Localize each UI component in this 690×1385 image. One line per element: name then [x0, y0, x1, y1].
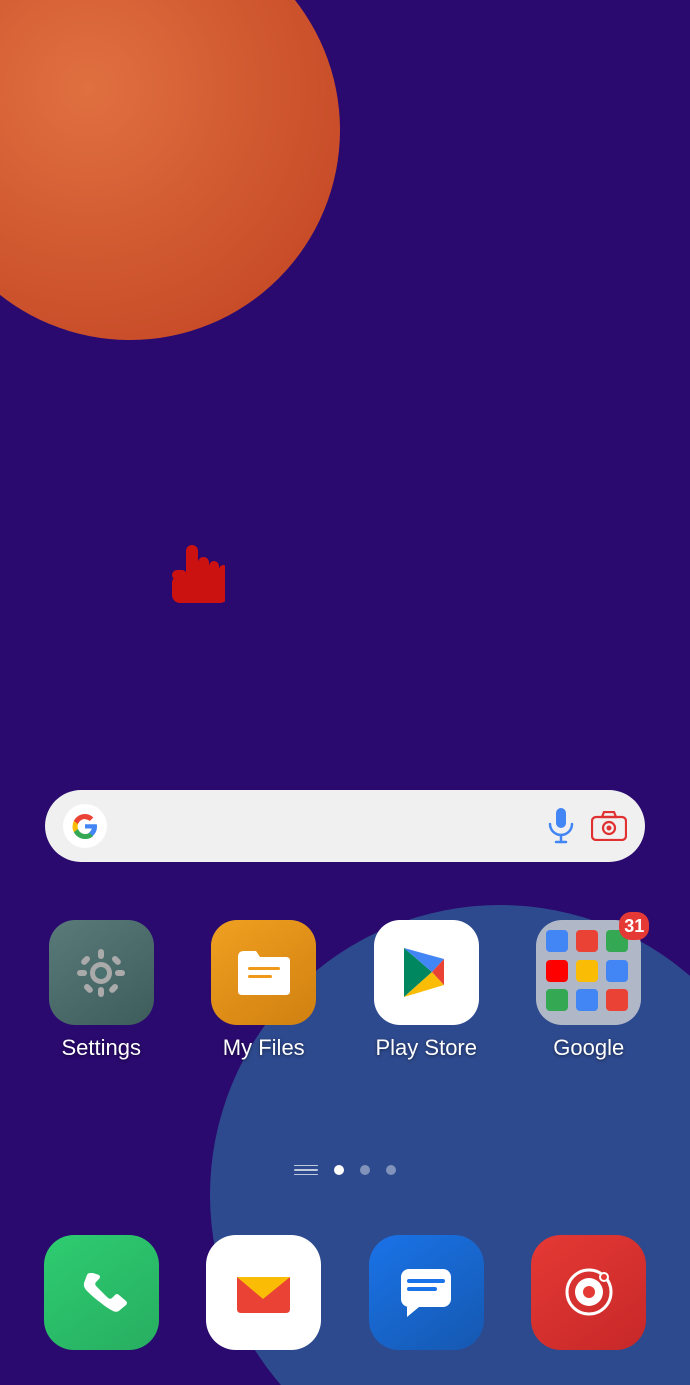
page-indicator-lines	[294, 1165, 318, 1175]
myfiles-icon	[211, 920, 316, 1025]
google-g-icon	[63, 804, 107, 848]
playstore-label: Play Store	[376, 1035, 478, 1061]
wallpaper	[0, 0, 690, 1385]
page-indicator-3[interactable]	[386, 1165, 396, 1175]
folder-mini-4	[546, 960, 568, 982]
myfiles-label: My Files	[223, 1035, 305, 1061]
folder-mini-2	[576, 930, 598, 952]
page-indicator-2[interactable]	[360, 1165, 370, 1175]
search-bar[interactable]	[45, 790, 645, 862]
folder-mini-6	[606, 960, 628, 982]
camera-icon[interactable]	[591, 808, 627, 844]
app-item-settings[interactable]: Settings	[36, 920, 166, 1061]
dock	[0, 1235, 690, 1350]
app-item-myfiles[interactable]: My Files	[199, 920, 329, 1061]
app-item-playstore[interactable]: Play Store	[361, 920, 491, 1061]
app-grid: Settings My Files	[0, 920, 690, 1061]
folder-mini-1	[546, 930, 568, 952]
app-item-google[interactable]: 31 Google	[524, 920, 654, 1061]
google-folder-icon: 31	[536, 920, 641, 1025]
folder-mini-8	[576, 989, 598, 1011]
settings-label: Settings	[62, 1035, 142, 1061]
google-badge: 31	[619, 912, 649, 940]
wallpaper-circle-top	[0, 0, 340, 340]
google-label: Google	[553, 1035, 624, 1061]
dock-messages[interactable]	[369, 1235, 484, 1350]
folder-mini-9	[606, 989, 628, 1011]
page-indicator-1[interactable]	[334, 1165, 344, 1175]
dock-phone[interactable]	[44, 1235, 159, 1350]
microphone-icon[interactable]	[543, 808, 579, 844]
playstore-icon	[374, 920, 479, 1025]
page-indicators	[0, 1165, 690, 1175]
dock-screen-recorder[interactable]	[531, 1235, 646, 1350]
folder-mini-7	[546, 989, 568, 1011]
dock-gmail[interactable]	[206, 1235, 321, 1350]
folder-mini-5	[576, 960, 598, 982]
settings-icon	[49, 920, 154, 1025]
